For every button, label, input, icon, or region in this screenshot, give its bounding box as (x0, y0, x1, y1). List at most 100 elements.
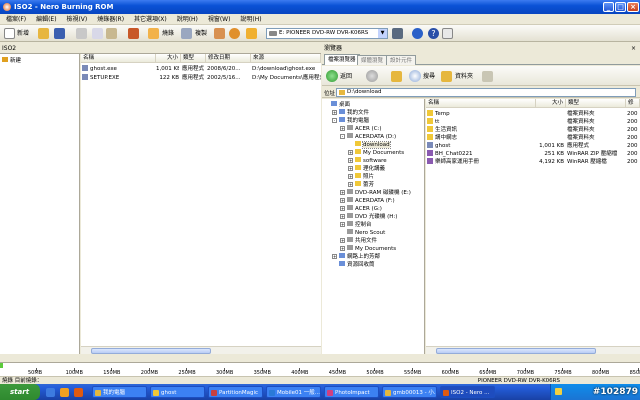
compilation-tree-root[interactable]: 新建 (2, 57, 21, 65)
copy-disc-icon[interactable] (181, 28, 192, 39)
tree-item[interactable]: - ACERDATA (D:) (340, 133, 396, 141)
expand-icon[interactable]: + (340, 190, 345, 195)
quick-launch-icon[interactable] (46, 388, 55, 397)
back-button[interactable]: 返回 (340, 72, 352, 81)
menu-help-2[interactable]: 說明(H) (240, 16, 261, 23)
taskbar-item[interactable]: ghost (150, 386, 205, 398)
collapse-icon[interactable]: - (332, 118, 337, 123)
new-doc-icon[interactable] (4, 28, 15, 39)
eject-icon[interactable] (229, 28, 240, 39)
forward-arrow-icon[interactable] (366, 70, 378, 82)
menu-view[interactable]: 檢視(V) (66, 16, 87, 23)
copy-disc-button[interactable]: 複製 (195, 29, 207, 38)
tab-media-browser[interactable]: 媒體瀏覽 (357, 55, 388, 65)
taskbar-item[interactable]: 我的電腦 (92, 386, 147, 398)
tree-item[interactable]: + software (348, 157, 387, 165)
expand-icon[interactable]: + (340, 206, 345, 211)
folder-up-icon[interactable] (391, 71, 402, 82)
folders-icon[interactable] (441, 71, 452, 82)
tree-item[interactable]: + 共用文件 (340, 237, 377, 245)
taskbar-item[interactable]: PhotoImpact (324, 386, 379, 398)
whats-this-icon[interactable] (442, 28, 453, 39)
back-arrow-icon[interactable] (326, 70, 338, 82)
taskbar-item[interactable]: PartitionMagic (208, 386, 263, 398)
menu-file[interactable]: 檔案(F) (6, 16, 26, 23)
cut-icon[interactable] (76, 28, 87, 39)
tree-item[interactable]: 桌面 (324, 101, 350, 109)
address-input[interactable]: D:\download (336, 88, 636, 97)
quick-launch-icon[interactable] (74, 388, 83, 397)
expand-icon[interactable]: + (348, 182, 353, 187)
tree-item[interactable]: + My Documents (348, 149, 404, 157)
browser-hscrollbar[interactable] (426, 346, 640, 354)
taskbar-item[interactable]: gmb00013 - 小... (382, 386, 437, 398)
minimize-button[interactable]: _ (603, 2, 614, 12)
expand-icon[interactable]: + (348, 166, 353, 171)
taskbar-item[interactable]: Mobile01 一般... (266, 386, 321, 398)
save-icon[interactable] (54, 28, 65, 39)
folder-tree[interactable]: 桌面 + 我的文件 - 我的電腦 + ACER (C:) - ACERDATA (D:) down… (322, 99, 425, 354)
burn-button[interactable]: 燒錄 (162, 29, 174, 38)
tab-file-browser[interactable]: 檔案瀏覽器 (324, 54, 360, 65)
col-header-name[interactable]: 名稱 (426, 99, 536, 108)
compilation-tree[interactable]: 新建 (0, 54, 80, 354)
expand-icon[interactable]: + (340, 246, 345, 251)
recorder-select[interactable]: E: PIONEER DVD-RW DVR-K06RS ▼ (266, 28, 388, 39)
close-button[interactable]: × (627, 2, 639, 12)
collapse-icon[interactable]: - (340, 134, 345, 139)
views-icon[interactable] (482, 71, 493, 82)
col-header-name[interactable]: 名稱 (81, 54, 156, 63)
browser-file-list[interactable]: 名稱 大小 類型 修 Temp 檔案資料夾 200 tt 檔案資料夾 200 生活資訊 檔案資… (426, 99, 640, 354)
scroll-thumb[interactable] (91, 348, 211, 354)
expand-icon[interactable]: + (340, 238, 345, 243)
tree-item[interactable]: + 理化講義 (348, 165, 385, 173)
col-header-source[interactable]: 來源 (251, 54, 321, 63)
tree-item[interactable]: + 網路上的芳鄰 (332, 253, 380, 261)
expand-icon[interactable]: + (348, 158, 353, 163)
copy-icon[interactable] (92, 28, 103, 39)
menu-recorder[interactable]: 燒錄器(R) (97, 16, 124, 23)
col-header-modified[interactable]: 修 (626, 99, 640, 108)
expand-icon[interactable]: + (340, 126, 345, 131)
folders-button[interactable]: 資料夾 (455, 72, 473, 81)
maximize-button[interactable]: □ (615, 2, 626, 12)
tree-item[interactable]: Nero Scout (340, 229, 385, 237)
expand-icon[interactable]: + (332, 110, 337, 115)
col-header-type[interactable]: 類型 (181, 54, 206, 63)
compilation-file-list[interactable]: 名稱 大小 類型 修改日期 來源 ghost.exe 1,001 KB 應用程式… (81, 54, 321, 354)
quick-launch-icon[interactable] (60, 388, 69, 397)
col-header-size[interactable]: 大小 (156, 54, 181, 63)
search-button[interactable]: 搜尋 (423, 72, 435, 81)
expand-icon[interactable]: + (340, 222, 345, 227)
expand-icon[interactable]: + (340, 198, 345, 203)
title-bar[interactable]: ISO2 - Nero Burning ROM _ □ × (0, 0, 640, 14)
tree-item[interactable]: + 我的文件 (332, 109, 369, 117)
drive-properties-icon[interactable] (392, 28, 403, 39)
search-icon[interactable] (409, 70, 421, 82)
tree-item[interactable]: + 照片 (348, 173, 374, 181)
expand-icon[interactable]: + (348, 150, 353, 155)
compilation-hscrollbar[interactable] (81, 346, 321, 354)
tree-item[interactable]: + ACERDATA (F:) (340, 197, 395, 205)
col-header-type[interactable]: 類型 (566, 99, 626, 108)
tree-item[interactable]: + ACER (G:) (340, 205, 382, 213)
cover-designer-icon[interactable] (246, 28, 257, 39)
menu-extras[interactable]: 其它選項(X) (134, 16, 167, 23)
col-header-size[interactable]: 大小 (536, 99, 566, 108)
burn-wizard-icon[interactable] (128, 28, 139, 39)
paste-icon[interactable] (106, 28, 117, 39)
disc-info-icon[interactable] (214, 28, 225, 39)
start-button[interactable]: start (0, 384, 40, 400)
tree-item[interactable]: + ACER (C:) (340, 125, 382, 133)
chevron-down-icon[interactable]: ▼ (378, 29, 387, 38)
tree-item[interactable]: - 我的電腦 (332, 117, 369, 125)
burn-icon[interactable] (148, 28, 159, 39)
expand-icon[interactable]: + (348, 174, 353, 179)
expand-icon[interactable]: + (332, 254, 337, 259)
tree-item[interactable]: + 控制台 (340, 221, 372, 229)
tree-item[interactable]: + DVD-RAM 磁碟機 (E:) (340, 189, 411, 197)
tray-icon[interactable] (555, 388, 562, 395)
menu-help-1[interactable]: 說明(H) (177, 16, 198, 23)
expand-icon[interactable]: + (340, 214, 345, 219)
new-button[interactable]: 新增 (17, 29, 29, 38)
